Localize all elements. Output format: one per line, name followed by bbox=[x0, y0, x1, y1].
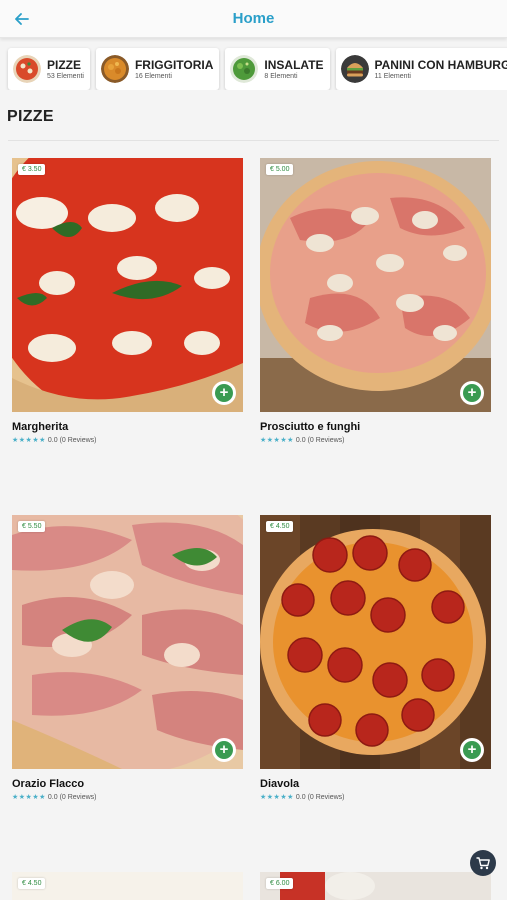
fried-food-thumbnail bbox=[100, 55, 129, 83]
star-rating-icon: ★★★★★ bbox=[260, 437, 294, 444]
product-name: Diavola bbox=[260, 778, 300, 790]
plus-icon: + bbox=[463, 741, 481, 759]
rating-text: 0.0 (0 Reviews) bbox=[47, 436, 97, 444]
price-badge: € 5.50 bbox=[18, 521, 46, 532]
price-badge: € 3.50 bbox=[18, 164, 46, 175]
page-title: Home bbox=[232, 10, 275, 27]
product-photo[interactable]: € 5.50 + bbox=[12, 515, 243, 769]
star-rating-icon: ★★★★★ bbox=[12, 437, 46, 444]
rating-text: 0.0 (0 Reviews) bbox=[47, 793, 97, 801]
product-card[interactable]: € 4.50 bbox=[12, 872, 243, 900]
salad-thumbnail bbox=[230, 55, 259, 83]
product-rating: ★★★★★ 0.0 (0 Reviews) bbox=[260, 436, 491, 445]
app-screen: Home PIZZE 53 Elementi FRIGGITORIA 16 El… bbox=[0, 0, 507, 900]
product-name: Margherita bbox=[12, 421, 69, 433]
price-badge: € 4.50 bbox=[18, 878, 46, 889]
top-bar: Home bbox=[0, 0, 507, 38]
price-badge: € 6.00 bbox=[266, 878, 294, 889]
pizza-thumbnail bbox=[13, 55, 41, 83]
plus-icon: + bbox=[215, 384, 233, 402]
product-photo[interactable]: € 3.50 + bbox=[12, 158, 243, 412]
price-badge: € 5.00 bbox=[266, 164, 294, 175]
product-photo[interactable]: € 5.00 + bbox=[260, 158, 491, 412]
product-rating: ★★★★★ 0.0 (0 Reviews) bbox=[260, 793, 491, 802]
product-card[interactable]: € 4.50 + Diavola ★★★★★ 0.0 (0 Reviews) bbox=[260, 515, 491, 801]
add-to-cart-button[interactable]: + bbox=[460, 381, 484, 405]
star-rating-icon: ★★★★★ bbox=[260, 794, 294, 801]
section-divider bbox=[8, 140, 499, 141]
product-card[interactable]: € 5.50 + Orazio Flacco ★★★★★ 0.0 (0 Revi… bbox=[12, 515, 243, 801]
product-photo[interactable]: € 4.50 bbox=[12, 872, 243, 900]
product-name: Prosciutto e funghi bbox=[260, 421, 361, 433]
price-badge: € 4.50 bbox=[266, 521, 294, 532]
category-pizze[interactable]: PIZZE 53 Elementi bbox=[8, 48, 90, 90]
back-arrow-icon[interactable] bbox=[10, 7, 34, 31]
burger-thumbnail bbox=[340, 55, 369, 83]
category-count: 16 Elementi bbox=[134, 72, 172, 80]
category-count: 11 Elementi bbox=[374, 72, 411, 80]
category-count: 8 Elementi bbox=[264, 72, 298, 80]
product-card[interactable]: € 5.00 + Prosciutto e funghi ★★★★★ 0.0 (… bbox=[260, 158, 491, 444]
product-rating: ★★★★★ 0.0 (0 Reviews) bbox=[12, 793, 243, 802]
shopping-cart-icon[interactable] bbox=[470, 850, 496, 876]
product-photo[interactable]: € 6.00 bbox=[260, 872, 491, 900]
category-name: FRIGGITORIA bbox=[134, 57, 214, 72]
category-insalate[interactable]: INSALATE 8 Elementi bbox=[225, 48, 330, 90]
rating-text: 0.0 (0 Reviews) bbox=[295, 436, 345, 444]
product-card[interactable]: € 3.50 + Margherita ★★★★★ 0.0 (0 Reviews… bbox=[12, 158, 243, 444]
product-photo[interactable]: € 4.50 + bbox=[260, 515, 491, 769]
product-card[interactable]: € 6.00 bbox=[260, 872, 491, 900]
plus-icon: + bbox=[463, 384, 481, 402]
product-name: Orazio Flacco bbox=[12, 778, 85, 790]
category-friggitoria[interactable]: FRIGGITORIA 16 Elementi bbox=[95, 48, 220, 90]
product-rating: ★★★★★ 0.0 (0 Reviews) bbox=[12, 436, 243, 445]
section-title: PIZZE bbox=[7, 108, 54, 125]
add-to-cart-button[interactable]: + bbox=[212, 381, 236, 405]
category-name: PIZZE bbox=[47, 57, 82, 72]
star-rating-icon: ★★★★★ bbox=[12, 794, 46, 801]
category-bar: PIZZE 53 Elementi FRIGGITORIA 16 Element… bbox=[0, 38, 507, 90]
rating-text: 0.0 (0 Reviews) bbox=[295, 793, 345, 801]
category-name: INSALATE bbox=[264, 57, 324, 72]
add-to-cart-button[interactable]: + bbox=[212, 738, 236, 762]
add-to-cart-button[interactable]: + bbox=[460, 738, 484, 762]
plus-icon: + bbox=[215, 741, 233, 759]
category-count: 53 Elementi bbox=[47, 72, 84, 80]
category-panini-con-hamburger[interactable]: PANINI CON HAMBURGER 11 Elementi bbox=[335, 48, 507, 90]
category-name: PANINI CON HAMBURGER bbox=[374, 57, 507, 72]
